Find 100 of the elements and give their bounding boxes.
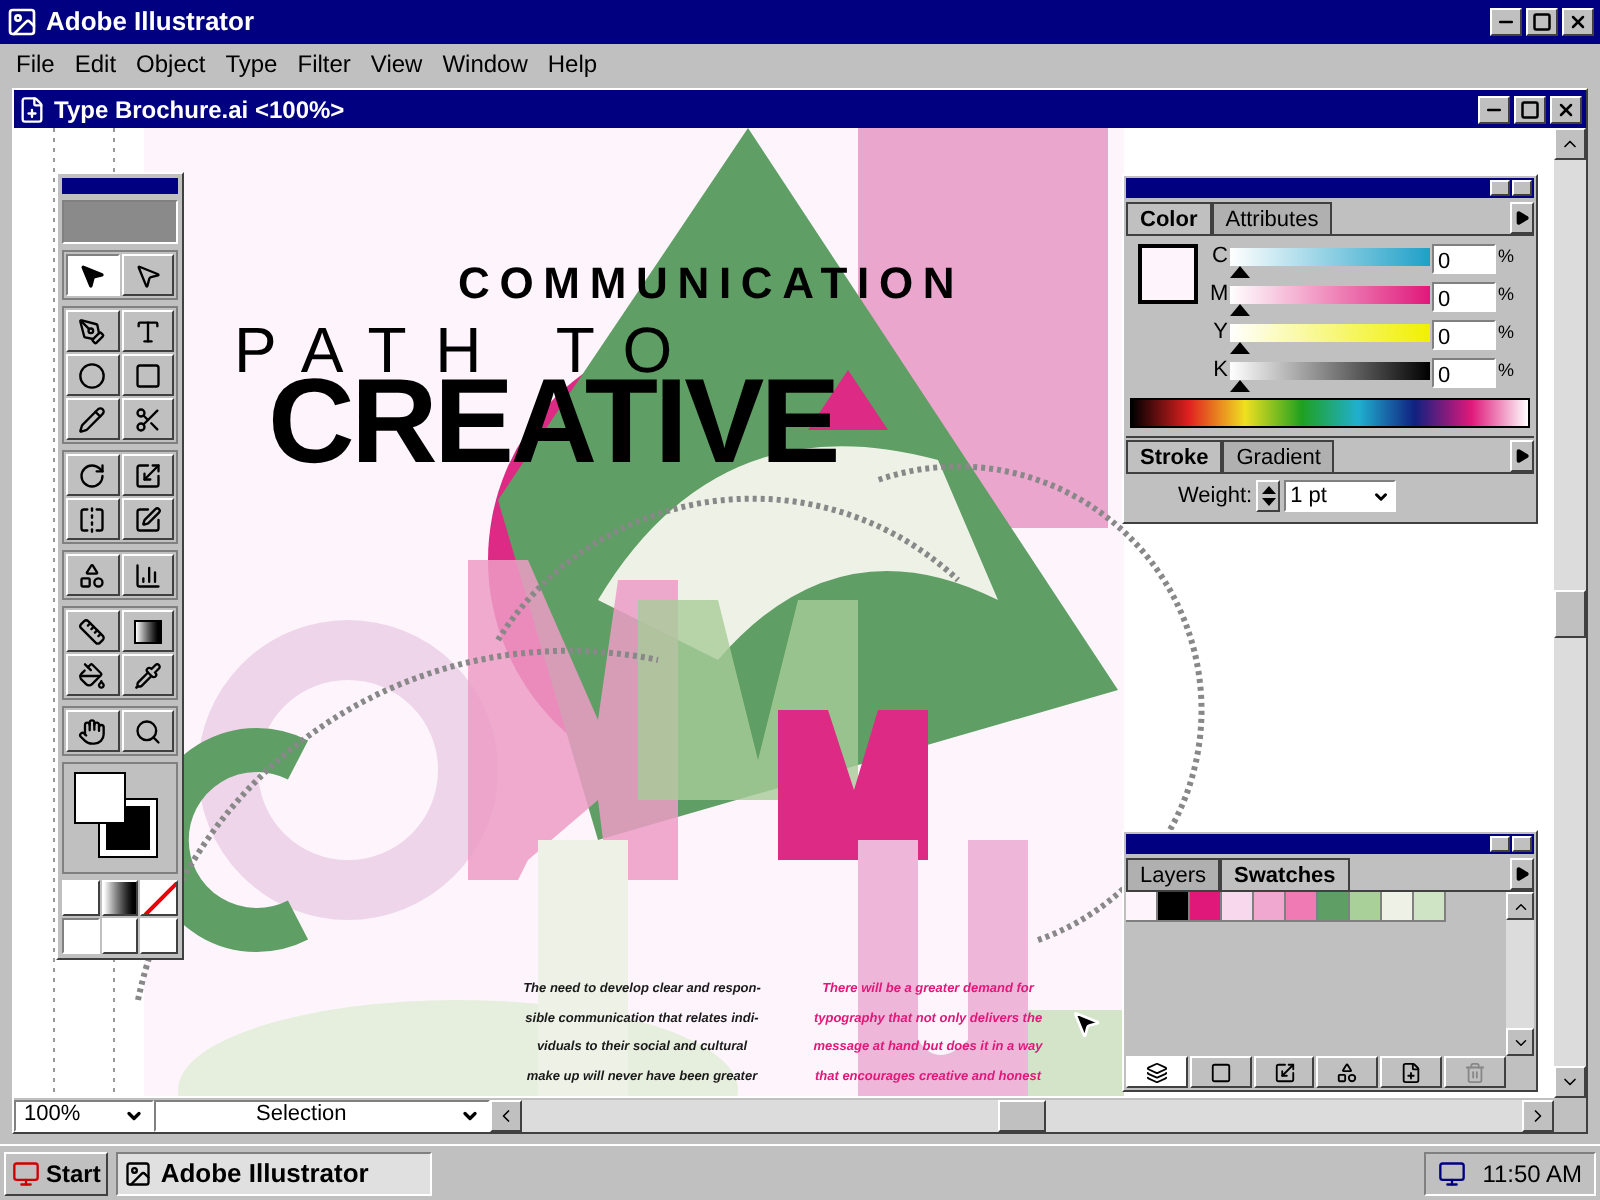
color-swatch[interactable] <box>1126 892 1158 922</box>
pattern-swatches-button[interactable] <box>1316 1056 1379 1088</box>
selection-arrow-icon <box>78 261 107 289</box>
slider-thumb[interactable] <box>1230 266 1250 278</box>
channel-label: K <box>1211 358 1228 384</box>
scroll-down-button[interactable] <box>1554 1066 1586 1098</box>
menu-item[interactable]: Edit <box>66 46 125 82</box>
value-field[interactable]: 0 <box>1432 282 1496 312</box>
unit-label: % <box>1498 244 1515 270</box>
maximize-button[interactable] <box>1526 8 1558 36</box>
app-icon <box>124 1159 153 1187</box>
scroll-thumb[interactable] <box>1554 589 1586 637</box>
menu-item[interactable]: Window <box>434 46 536 82</box>
palette-menu-button[interactable] <box>1510 202 1534 234</box>
menu-item[interactable]: Help <box>539 46 606 82</box>
vertical-scrollbar[interactable] <box>1506 892 1534 1056</box>
up-down-arrows-icon <box>1261 486 1276 507</box>
triangle-icon <box>1514 448 1530 464</box>
panel-tab[interactable]: Attributes <box>1211 202 1333 234</box>
color-swatch[interactable] <box>1318 892 1350 922</box>
scroll-left-button[interactable] <box>490 1099 522 1131</box>
ellipse-icon <box>78 361 107 389</box>
slider-thumb[interactable] <box>1230 380 1250 392</box>
color-swatches-button[interactable] <box>1189 1056 1252 1088</box>
minimize-button[interactable] <box>1490 836 1510 852</box>
slider-track[interactable] <box>1230 362 1430 394</box>
taskbar-button[interactable]: Adobe Illustrator <box>116 1151 433 1195</box>
horizontal-scrollbar[interactable] <box>490 1099 1554 1131</box>
panel-tab[interactable]: Layers <box>1126 858 1221 890</box>
fill-color-button[interactable] <box>62 880 100 916</box>
panel-tab[interactable]: Color <box>1126 202 1212 234</box>
ruler-icon <box>78 617 107 645</box>
panel-tab[interactable]: Gradient <box>1222 440 1335 472</box>
menu-item[interactable]: Filter <box>289 46 359 82</box>
value-field[interactable]: 0 <box>1432 244 1496 274</box>
color-swatch[interactable] <box>1158 892 1190 922</box>
rectangle-icon <box>133 361 162 389</box>
palette-menu-button[interactable] <box>1510 440 1534 472</box>
color-swatch[interactable] <box>1350 892 1382 922</box>
slider-thumb[interactable] <box>1230 342 1250 354</box>
menu-item[interactable]: Type <box>217 46 286 82</box>
none-button[interactable] <box>140 880 178 916</box>
value-field[interactable]: 0 <box>1432 358 1496 388</box>
minimize-button[interactable] <box>1478 95 1510 123</box>
weight-field[interactable]: 1 pt <box>1284 480 1397 513</box>
color-spectrum[interactable] <box>1130 398 1530 428</box>
document-title: Type Brochure.ai <100%> <box>54 93 345 127</box>
close-button[interactable] <box>1550 95 1582 123</box>
close-button[interactable] <box>1562 8 1594 36</box>
scroll-right-button[interactable] <box>1522 1099 1554 1131</box>
close-icon <box>1568 12 1588 32</box>
clock: 11:50 AM <box>1482 1157 1582 1191</box>
scroll-down-button[interactable] <box>1506 1028 1534 1056</box>
pen-icon <box>78 317 107 345</box>
slider-thumb[interactable] <box>1230 304 1250 316</box>
color-swatch[interactable] <box>1286 892 1318 922</box>
color-swatch[interactable] <box>1414 892 1446 922</box>
delete-swatch-button[interactable] <box>1444 1056 1506 1088</box>
new-swatch-button[interactable] <box>1380 1056 1443 1088</box>
zoom-dropdown[interactable]: 100% <box>14 1099 154 1131</box>
maximize-icon <box>1532 12 1552 32</box>
panel-tab[interactable]: Stroke <box>1126 440 1223 472</box>
menu-item[interactable]: Object <box>128 46 214 82</box>
window-title: Adobe Illustrator <box>46 4 255 41</box>
scale-icon <box>133 461 162 489</box>
monitor-icon <box>1438 1159 1467 1187</box>
scroll-thumb[interactable] <box>998 1099 1046 1131</box>
scroll-up-button[interactable] <box>1506 892 1534 920</box>
gradient-swatches-button[interactable] <box>1253 1056 1315 1088</box>
menu-item[interactable]: View <box>362 46 431 82</box>
graph-icon <box>133 561 162 589</box>
panel-tab[interactable]: Swatches <box>1220 858 1350 890</box>
cursor-icon <box>1070 1008 1102 1040</box>
minimize-button[interactable] <box>1490 180 1510 196</box>
value-field[interactable]: 0 <box>1432 320 1496 350</box>
fill-stroke-control[interactable] <box>62 762 178 874</box>
tool-button[interactable] <box>66 254 119 296</box>
tool-status-dropdown[interactable]: Selection <box>154 1099 490 1131</box>
stepper-button[interactable] <box>1256 480 1281 513</box>
color-swatch[interactable] <box>1190 892 1222 922</box>
vertical-scrollbar[interactable] <box>1554 128 1586 1098</box>
close-button[interactable] <box>1512 836 1532 852</box>
menu-item[interactable]: File <box>8 46 63 82</box>
slider-track[interactable] <box>1230 286 1430 318</box>
maximize-button[interactable] <box>1514 95 1546 123</box>
new-page-icon <box>1400 1061 1423 1083</box>
color-swatch[interactable] <box>1254 892 1286 922</box>
close-button[interactable] <box>1512 180 1532 196</box>
slider-track[interactable] <box>1230 248 1430 280</box>
slider-track[interactable] <box>1230 324 1430 356</box>
scroll-up-button[interactable] <box>1554 128 1586 160</box>
color-swatch[interactable] <box>1222 892 1254 922</box>
color-swatch[interactable] <box>1382 892 1414 922</box>
photo-placeholder <box>62 200 178 244</box>
close-icon <box>1556 99 1576 119</box>
minimize-button[interactable] <box>1490 8 1522 36</box>
palette-menu-button[interactable] <box>1510 858 1534 890</box>
show-all-swatches-button[interactable] <box>1126 1056 1188 1088</box>
gradient-button[interactable] <box>101 880 139 916</box>
start-button[interactable]: Start <box>4 1151 109 1195</box>
